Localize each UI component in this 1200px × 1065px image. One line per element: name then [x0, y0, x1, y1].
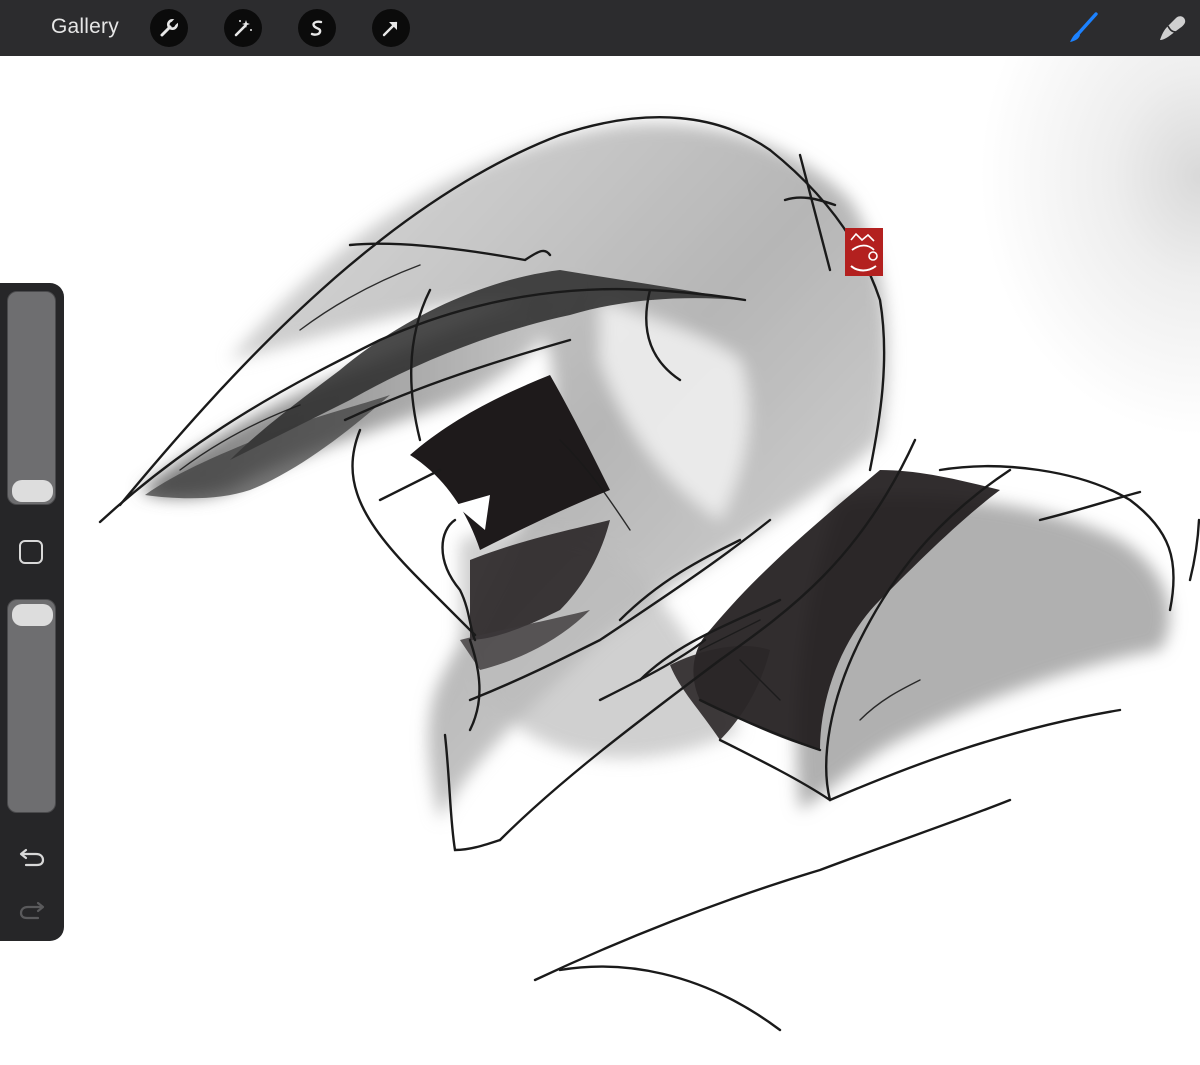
wrench-icon[interactable]	[150, 9, 188, 47]
selection-s-icon[interactable]	[298, 9, 336, 47]
left-sidebar	[0, 283, 64, 941]
brush-size-slider[interactable]	[7, 291, 56, 505]
drawing-canvas[interactable]	[0, 56, 1200, 1060]
helmet-sketch	[98, 116, 1200, 1032]
signature-stamp	[845, 228, 883, 276]
redo-icon[interactable]	[16, 893, 48, 925]
arrow-cursor-icon[interactable]	[372, 9, 410, 47]
opacity-thumb[interactable]	[12, 604, 53, 626]
brush-size-thumb[interactable]	[12, 480, 53, 502]
modify-square-icon[interactable]	[19, 540, 43, 564]
magic-wand-icon[interactable]	[224, 9, 262, 47]
undo-icon[interactable]	[16, 840, 48, 872]
gallery-button[interactable]: Gallery	[51, 15, 119, 39]
smudge-icon[interactable]	[1152, 8, 1192, 48]
top-toolbar: Gallery	[0, 0, 1200, 56]
opacity-slider[interactable]	[7, 599, 56, 813]
brush-icon[interactable]	[1064, 8, 1104, 48]
